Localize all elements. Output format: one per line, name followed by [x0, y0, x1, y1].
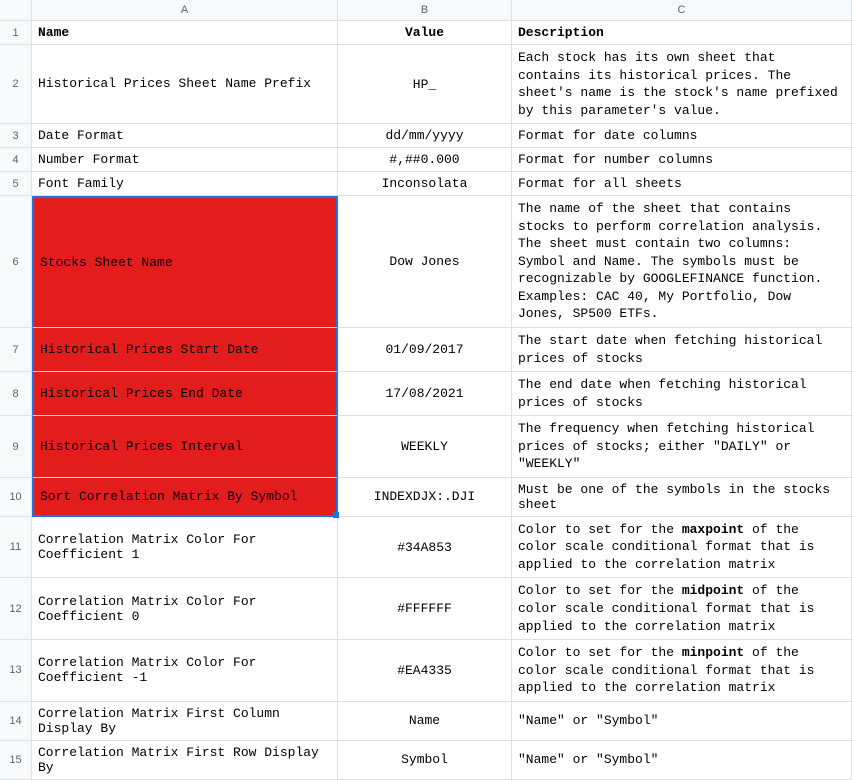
- row-header[interactable]: 7: [0, 328, 32, 372]
- cell[interactable]: Correlation Matrix First Row Display By: [32, 741, 338, 780]
- row-header[interactable]: 1: [0, 21, 32, 45]
- row-header[interactable]: 5: [0, 172, 32, 196]
- cell-description-header[interactable]: Description: [512, 21, 852, 45]
- cell[interactable]: Correlation Matrix Color For Coefficient…: [32, 578, 338, 640]
- cell-text: Color to set for the maxpoint of the col…: [518, 521, 845, 574]
- cell-selected[interactable]: Historical Prices End Date: [32, 372, 338, 416]
- row-header[interactable]: 9: [0, 416, 32, 478]
- cell[interactable]: Format for date columns: [512, 124, 852, 148]
- cell[interactable]: Dow Jones: [338, 196, 512, 328]
- row-header[interactable]: 13: [0, 640, 32, 702]
- cell[interactable]: Correlation Matrix Color For Coefficient…: [32, 640, 338, 702]
- cell-selected[interactable]: Historical Prices Start Date: [32, 328, 338, 372]
- cell[interactable]: #EA4335: [338, 640, 512, 702]
- cell[interactable]: #34A853: [338, 517, 512, 579]
- row-header[interactable]: 2: [0, 45, 32, 124]
- row-header[interactable]: 8: [0, 372, 32, 416]
- cell-selected[interactable]: Historical Prices Interval: [32, 416, 338, 478]
- row-header[interactable]: 12: [0, 578, 32, 640]
- cell[interactable]: Name: [338, 702, 512, 741]
- cell[interactable]: The start date when fetching historical …: [512, 328, 852, 372]
- cell[interactable]: Symbol: [338, 741, 512, 780]
- cell[interactable]: The end date when fetching historical pr…: [512, 372, 852, 416]
- cell-name-header[interactable]: Name: [32, 21, 338, 45]
- selection-handle[interactable]: [333, 512, 339, 518]
- cell[interactable]: The name of the sheet that contains stoc…: [512, 196, 852, 328]
- cell-value-header[interactable]: Value: [338, 21, 512, 45]
- cell[interactable]: Font Family: [32, 172, 338, 196]
- col-header-a[interactable]: A: [32, 0, 338, 21]
- select-all-corner[interactable]: [0, 0, 32, 21]
- row-header[interactable]: 10: [0, 478, 32, 517]
- cell-selected[interactable]: Sort Correlation Matrix By Symbol: [32, 478, 338, 517]
- cell[interactable]: HP_: [338, 45, 512, 124]
- row-header[interactable]: 4: [0, 148, 32, 172]
- row-header[interactable]: 15: [0, 741, 32, 780]
- cell[interactable]: INDEXDJX:.DJI: [338, 478, 512, 517]
- cell[interactable]: #,##0.000: [338, 148, 512, 172]
- cell[interactable]: Each stock has its own sheet that contai…: [512, 45, 852, 124]
- cell[interactable]: Color to set for the midpoint of the col…: [512, 578, 852, 640]
- cell-text: Sort Correlation Matrix By Symbol: [40, 489, 297, 504]
- cell-text: Color to set for the midpoint of the col…: [518, 582, 845, 635]
- cell[interactable]: "Name" or "Symbol": [512, 741, 852, 780]
- row-header[interactable]: 6: [0, 196, 32, 328]
- row-header[interactable]: 11: [0, 517, 32, 579]
- cell[interactable]: Format for all sheets: [512, 172, 852, 196]
- cell-text: Color to set for the minpoint of the col…: [518, 644, 845, 697]
- col-header-b[interactable]: B: [338, 0, 512, 21]
- row-header[interactable]: 14: [0, 702, 32, 741]
- cell[interactable]: The frequency when fetching historical p…: [512, 416, 852, 478]
- cell[interactable]: 17/08/2021: [338, 372, 512, 416]
- row-header[interactable]: 3: [0, 124, 32, 148]
- cell[interactable]: "Name" or "Symbol": [512, 702, 852, 741]
- cell[interactable]: Correlation Matrix Color For Coefficient…: [32, 517, 338, 579]
- cell[interactable]: Date Format: [32, 124, 338, 148]
- cell[interactable]: Number Format: [32, 148, 338, 172]
- cell[interactable]: WEEKLY: [338, 416, 512, 478]
- col-header-c[interactable]: C: [512, 0, 852, 21]
- cell[interactable]: #FFFFFF: [338, 578, 512, 640]
- cell[interactable]: Historical Prices Sheet Name Prefix: [32, 45, 338, 124]
- cell[interactable]: Color to set for the minpoint of the col…: [512, 640, 852, 702]
- cell[interactable]: Format for number columns: [512, 148, 852, 172]
- cell[interactable]: dd/mm/yyyy: [338, 124, 512, 148]
- cell-selected[interactable]: Stocks Sheet Name: [32, 196, 338, 328]
- cell[interactable]: Inconsolata: [338, 172, 512, 196]
- cell[interactable]: Must be one of the symbols in the stocks…: [512, 478, 852, 517]
- cell[interactable]: 01/09/2017: [338, 328, 512, 372]
- spreadsheet-grid[interactable]: A B C 1 Name Value Description 2 Histori…: [0, 0, 852, 780]
- cell[interactable]: Color to set for the maxpoint of the col…: [512, 517, 852, 579]
- cell[interactable]: Correlation Matrix First Column Display …: [32, 702, 338, 741]
